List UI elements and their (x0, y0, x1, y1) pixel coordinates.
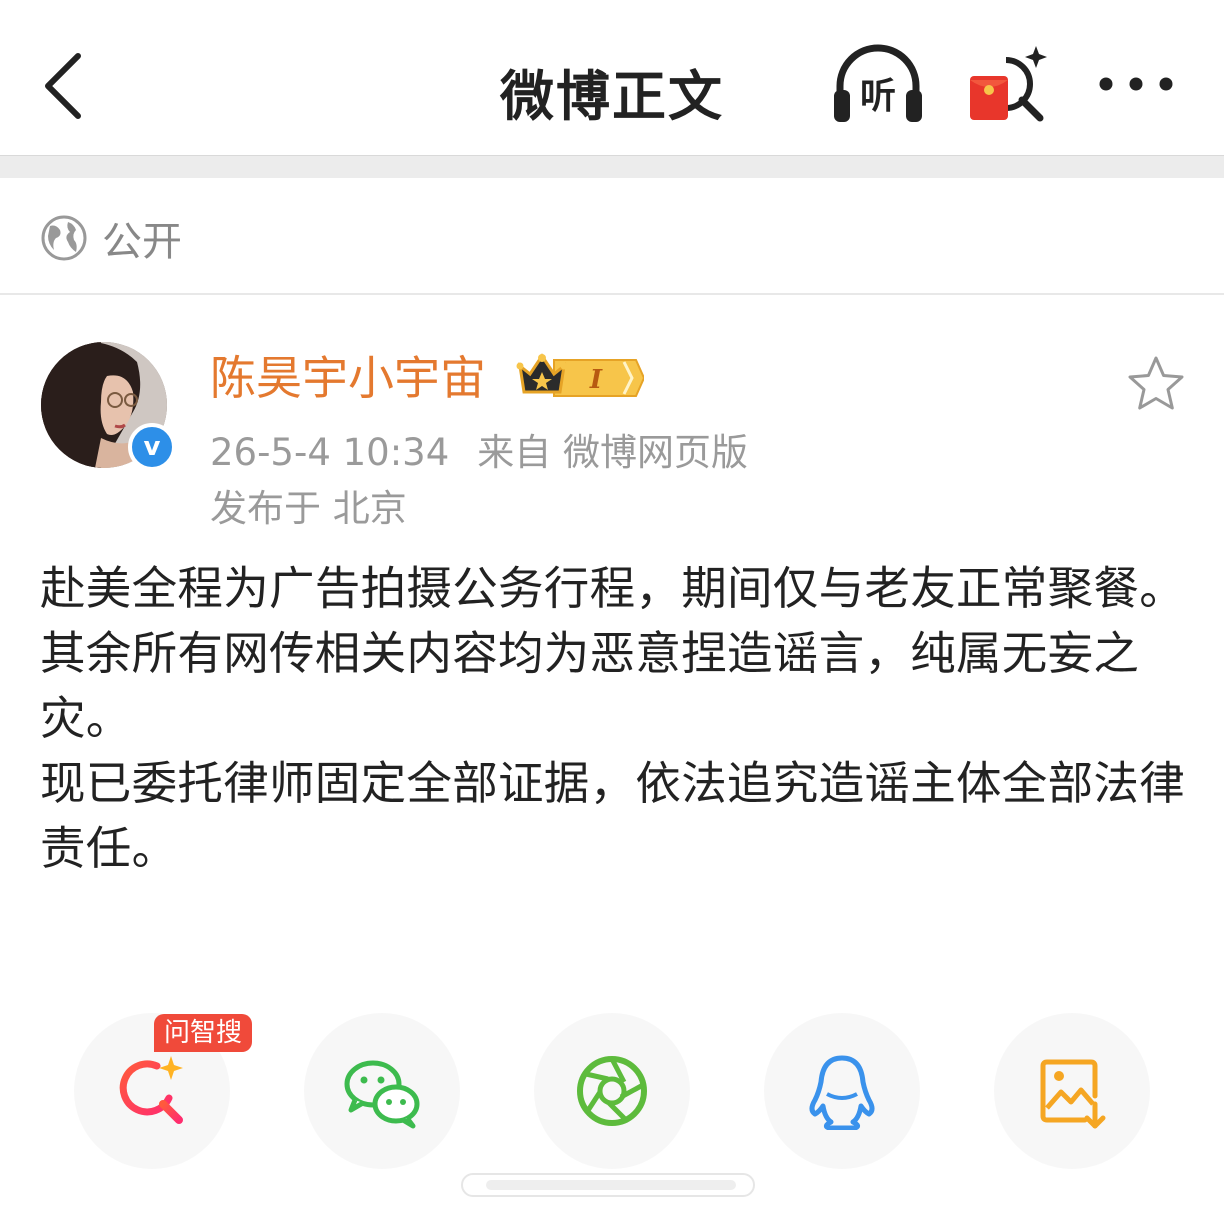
listen-button[interactable]: 听 (828, 42, 928, 126)
save-image-icon (1040, 1059, 1106, 1129)
post-meta: 26-5-4 10:34 来自 微博网页版 (210, 422, 748, 476)
favorite-button[interactable] (1126, 354, 1186, 414)
post-paragraph: 其余所有网传相关内容均为恶意捏造谣言，纯属无妄之灾。 (40, 627, 1140, 745)
visibility-row: 公开 (0, 177, 1224, 295)
moments-share-button[interactable] (534, 1013, 690, 1169)
section-divider (0, 155, 1224, 178)
post-source: 来自 微博网页版 (477, 431, 749, 474)
author-name[interactable]: 陈昊宇小宇宙 (210, 342, 486, 408)
vip-level: I (589, 365, 603, 395)
headphones-icon: 听 (834, 44, 922, 122)
qq-share-button[interactable] (764, 1013, 920, 1169)
post-content: 赴美全程为广告拍摄公务行程，期间仅与老友正常聚餐。 其余所有网传相关内容均为恶意… (40, 556, 1190, 881)
listen-label: 听 (860, 76, 896, 117)
red-packet-search-button[interactable] (966, 40, 1056, 126)
globe-icon (41, 215, 87, 261)
top-bar: 微博正文 听 (0, 0, 1224, 155)
post-paragraph: 现已委托律师固定全部证据，依法追究造谣主体全部法律责任。 (40, 757, 1186, 875)
wechat-icon (344, 1060, 420, 1129)
post-paragraph: 赴美全程为广告拍摄公务行程，期间仅与老友正常聚餐。 (40, 562, 1186, 615)
post-location: 发布于 北京 (210, 487, 407, 530)
star-icon (1128, 356, 1184, 410)
zhisou-search-icon (119, 1056, 183, 1124)
zhisou-badge: 问智搜 (154, 1014, 252, 1052)
home-indicator[interactable] (456, 1170, 760, 1200)
wechat-share-button[interactable] (304, 1013, 460, 1169)
vip-crown-badge[interactable]: I (516, 348, 644, 398)
red-packet-search-icon (970, 46, 1047, 122)
save-image-button[interactable] (994, 1013, 1150, 1169)
more-dots-icon (1099, 77, 1173, 91)
more-button[interactable] (1096, 60, 1176, 110)
post-time: 26-5-4 10:34 (210, 431, 450, 474)
qq-icon (809, 1055, 875, 1130)
verified-icon: v (128, 423, 176, 471)
moments-icon (577, 1056, 647, 1126)
visibility-label: 公开 (102, 219, 182, 265)
